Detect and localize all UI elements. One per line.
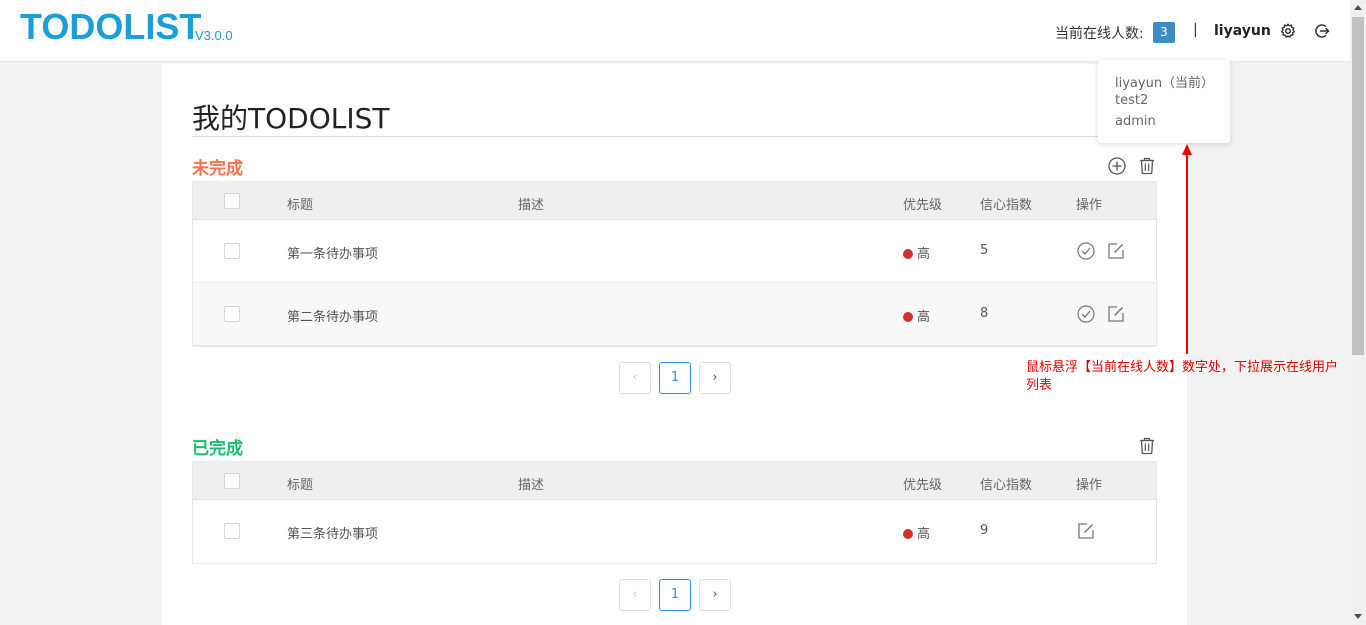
col-title: 标题 [287,198,314,213]
add-todo-icon[interactable] [1107,156,1127,176]
col-confidence: 信心指数 [980,478,1033,493]
row-title: 第三条待办事项 [287,527,379,542]
select-all-checkbox[interactable] [224,193,240,209]
logout-icon[interactable] [1314,23,1330,39]
col-priority: 优先级 [903,198,943,213]
table-row: 第三条待办事项 高 9 [193,500,1156,562]
row-checkbox[interactable] [224,523,240,539]
table-row: 第一条待办事项 高 5 [193,220,1156,283]
priority-text: 高 [917,310,931,325]
row-title: 第二条待办事项 [287,310,379,325]
complete-check-icon[interactable] [1076,304,1096,324]
online-users-count[interactable]: 3 [1153,22,1175,43]
online-users-dropdown: liyayun（当前） test2 admin [1098,60,1230,143]
scroll-down-arrow[interactable] [1354,614,1362,619]
done-table: 标题 描述 优先级 信心指数 操作 第三条待办事项 高 9 [192,461,1157,564]
online-user-item[interactable]: admin [1115,114,1156,129]
gear-icon[interactable] [1280,23,1296,39]
complete-check-icon[interactable] [1076,241,1096,261]
prev-page-button[interactable]: ‹ [619,362,651,394]
row-priority: 高 [903,523,930,542]
col-title: 标题 [287,478,314,493]
col-action: 操作 [1076,478,1103,493]
scroll-thumb[interactable] [1352,17,1364,355]
table-row: 第二条待办事项 高 8 [193,283,1156,346]
priority-text: 高 [917,247,931,262]
row-title: 第一条待办事项 [287,247,379,262]
next-page-button[interactable]: › [699,362,731,394]
next-page-button[interactable]: › [699,579,731,611]
current-username[interactable]: liyayun [1214,23,1271,39]
page-scrollbar[interactable] [1350,0,1366,625]
row-confidence: 9 [980,523,989,538]
table-header: 标题 描述 优先级 信心指数 操作 [193,182,1156,220]
done-section-title: 已完成 [192,439,243,459]
annotation-arrow [1182,144,1192,354]
delete-done-icon[interactable] [1137,436,1157,456]
priority-dot [903,312,913,322]
table-header: 标题 描述 优先级 信心指数 操作 [193,462,1156,500]
col-confidence: 信心指数 [980,198,1033,213]
page-number-button[interactable]: 1 [659,579,691,611]
page-number-button[interactable]: 1 [659,362,691,394]
row-priority: 高 [903,306,930,325]
priority-text: 高 [917,527,931,542]
row-checkbox[interactable] [224,243,240,259]
app-version: V3.0.0 [195,28,233,43]
online-users-label: 当前在线人数: [1055,26,1144,42]
col-desc: 描述 [518,198,545,213]
priority-dot [903,529,913,539]
page-title: 我的TODOLIST [192,102,390,135]
pending-table: 标题 描述 优先级 信心指数 操作 第一条待办事项 高 5 第二条待办事项 高 … [192,181,1157,347]
title-divider [192,136,1157,137]
edit-icon[interactable] [1106,304,1126,324]
row-checkbox[interactable] [224,306,240,322]
select-all-checkbox[interactable] [224,473,240,489]
delete-pending-icon[interactable] [1137,156,1157,176]
edit-icon[interactable] [1106,241,1126,261]
priority-dot [903,249,913,259]
pending-section-title: 未完成 [192,159,243,179]
app-logo[interactable]: TODOLIST [20,6,201,48]
top-header: TODOLIST V3.0.0 当前在线人数: 3 | liyayun [0,0,1350,62]
col-action: 操作 [1076,198,1103,213]
col-desc: 描述 [518,478,545,493]
edit-icon[interactable] [1076,521,1096,541]
col-priority: 优先级 [903,478,943,493]
row-confidence: 5 [980,243,989,258]
prev-page-button[interactable]: ‹ [619,579,651,611]
header-separator: | [1193,22,1198,38]
row-confidence: 8 [980,306,989,321]
main-content: 我的TODOLIST 未完成 标题 描述 优先级 信心指数 操作 第一条待办事项… [162,64,1187,625]
annotation-note: 鼠标悬浮【当前在线人数】数字处，下拉展示在线用户列表 [1026,360,1339,393]
row-priority: 高 [903,243,930,262]
online-user-item[interactable]: liyayun（当前） [1115,72,1214,91]
online-user-item[interactable]: test2 [1115,93,1148,108]
scroll-up-arrow[interactable] [1354,5,1362,10]
